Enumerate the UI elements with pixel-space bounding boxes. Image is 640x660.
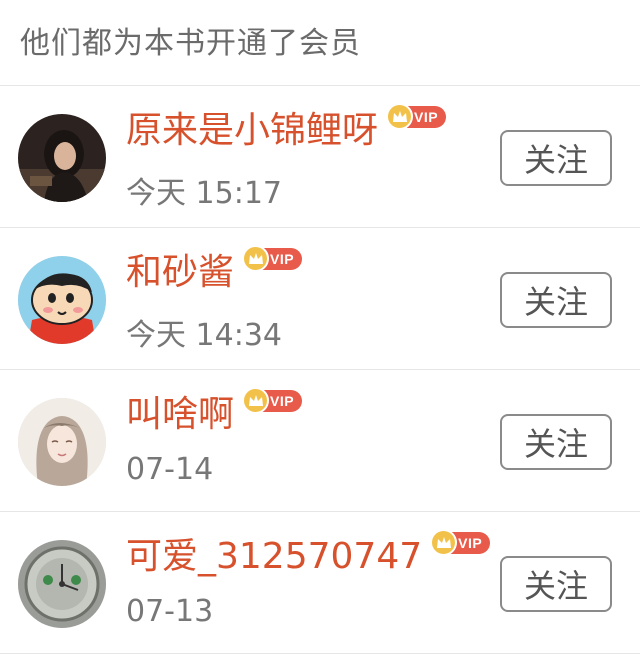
vip-label: VIP <box>414 109 439 125</box>
member-name[interactable]: 和砂酱 <box>126 250 234 296</box>
follow-button[interactable]: 关注 <box>500 414 612 470</box>
member-time: 今天 15:17 <box>126 176 282 211</box>
crown-icon <box>242 387 270 414</box>
member-name-line: 可爱_312570747 VIP <box>126 529 491 580</box>
member-list: 原来是小锦鲤呀 VIP 今天 15:17 关注 和砂酱 VIP 今天 14:34… <box>0 86 640 654</box>
vip-label: VIP <box>270 393 295 409</box>
page-title: 他们都为本书开通了会员 <box>20 25 361 61</box>
vip-label: VIP <box>270 251 295 267</box>
avatar-illustrated-girl-image <box>18 398 106 486</box>
avatar[interactable] <box>18 114 106 202</box>
crown-icon <box>430 529 458 556</box>
vip-badge: VIP <box>242 387 303 414</box>
follow-button[interactable]: 关注 <box>500 556 612 612</box>
avatar[interactable] <box>18 256 106 344</box>
member-name[interactable]: 可爱_312570747 <box>126 534 422 580</box>
vip-badge: VIP <box>242 245 303 272</box>
avatar[interactable] <box>18 540 106 628</box>
list-item[interactable]: 叫啥啊 VIP 07-14 关注 <box>0 370 640 512</box>
avatar[interactable] <box>18 398 106 486</box>
list-item[interactable]: 可爱_312570747 VIP 07-13 关注 <box>0 512 640 654</box>
list-item[interactable]: 原来是小锦鲤呀 VIP 今天 15:17 关注 <box>0 86 640 228</box>
avatar-photo-dark-image <box>18 114 106 202</box>
member-time: 07-13 <box>126 594 214 629</box>
member-name[interactable]: 叫啥啊 <box>126 392 234 438</box>
page-header: 他们都为本书开通了会员 <box>0 0 640 86</box>
vip-label: VIP <box>458 535 483 551</box>
member-name-line: 原来是小锦鲤呀 VIP <box>126 103 447 154</box>
avatar-cartoon-boy-image <box>18 256 106 344</box>
vip-badge: VIP <box>430 529 491 556</box>
crown-icon <box>242 245 270 272</box>
avatar-clock-photo-image <box>18 540 106 628</box>
list-item[interactable]: 和砂酱 VIP 今天 14:34 关注 <box>0 228 640 370</box>
member-time: 07-14 <box>126 452 214 487</box>
member-name-line: 和砂酱 VIP <box>126 245 303 296</box>
crown-icon <box>386 103 414 130</box>
follow-button[interactable]: 关注 <box>500 272 612 328</box>
member-time: 今天 14:34 <box>126 318 282 353</box>
vip-badge: VIP <box>386 103 447 130</box>
member-name-line: 叫啥啊 VIP <box>126 387 303 438</box>
member-name[interactable]: 原来是小锦鲤呀 <box>126 108 378 154</box>
follow-button[interactable]: 关注 <box>500 130 612 186</box>
